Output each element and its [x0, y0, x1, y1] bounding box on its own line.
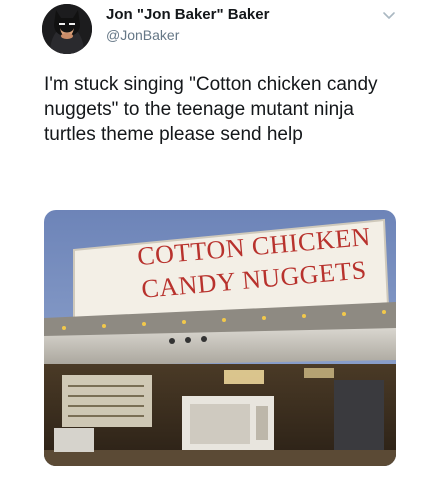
avatar[interactable]: [42, 4, 92, 54]
display-name[interactable]: Jon "Jon Baker" Baker: [106, 6, 269, 23]
tweet-card: Jon "Jon Baker" Baker @JonBaker I'm stuc…: [0, 0, 439, 480]
tweet-text: I'm stuck singing "Cotton chicken candy …: [44, 74, 378, 145]
tweet-photo[interactable]: COTTON CHICKEN CANDY NUGGETS: [44, 210, 396, 466]
user-handle[interactable]: @JonBaker: [106, 27, 179, 43]
chevron-down-icon[interactable]: [380, 6, 398, 24]
avatar-image: [42, 4, 92, 54]
